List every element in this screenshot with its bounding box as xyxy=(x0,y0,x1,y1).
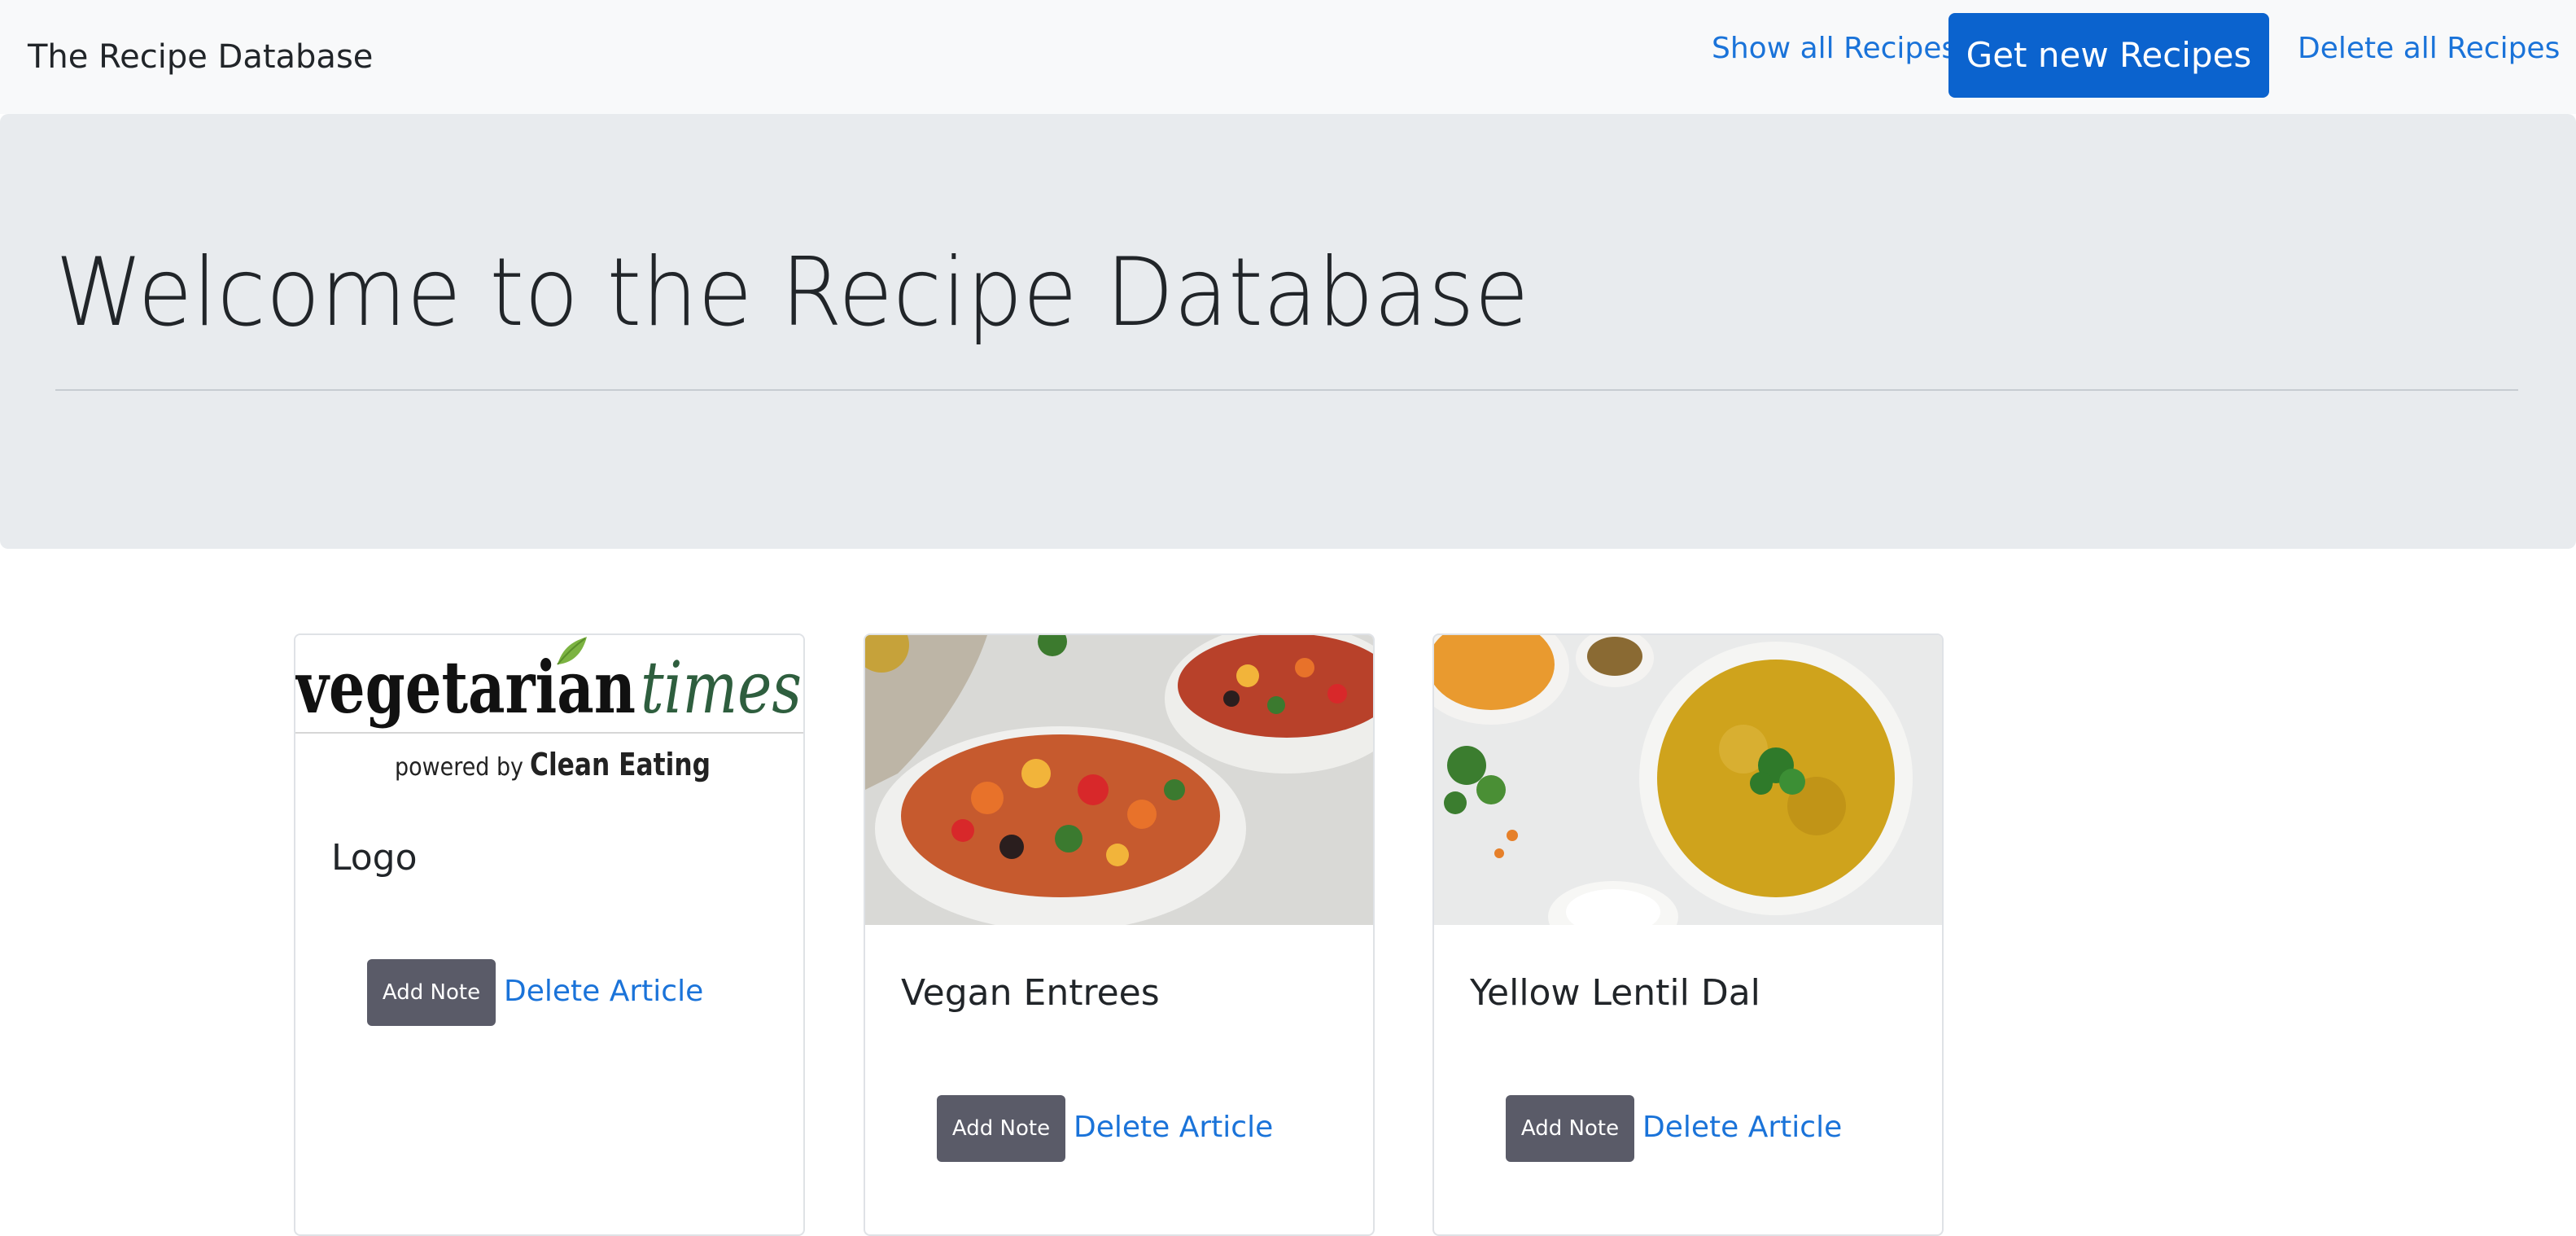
card-title: Logo xyxy=(331,837,418,879)
show-all-recipes-link[interactable]: Show all Recipes xyxy=(1712,26,1957,72)
article-card: Yellow Lentil Dal Add Note Delete Articl… xyxy=(1432,633,1944,1236)
delete-article-link[interactable]: Delete Article xyxy=(504,969,703,1015)
navbar: The Recipe Database Show all Recipes Get… xyxy=(0,0,2576,114)
yellow-lentil-dal-photo xyxy=(1434,635,1942,925)
logo-subtext-brand: Clean Eating xyxy=(530,747,711,782)
delete-article-link[interactable]: Delete Article xyxy=(1642,1105,1842,1151)
vegetarian-times-logo-image: vegetarian times powered by Clean Eating xyxy=(295,635,803,793)
delete-article-link[interactable]: Delete Article xyxy=(1074,1105,1273,1151)
navbar-brand[interactable]: The Recipe Database xyxy=(28,33,373,81)
divider xyxy=(55,389,2518,391)
vegan-entrees-photo xyxy=(865,635,1373,925)
logo-text-main: vegetarian xyxy=(295,645,636,730)
add-note-button[interactable]: Add Note xyxy=(1506,1095,1634,1162)
logo-text-accent: times xyxy=(641,646,802,730)
delete-all-recipes-link[interactable]: Delete all Recipes xyxy=(2298,26,2560,72)
page-title: Welcome to the Recipe Database xyxy=(55,238,1529,348)
logo-subtext-prefix: powered by xyxy=(395,753,523,782)
add-note-button[interactable]: Add Note xyxy=(937,1095,1065,1162)
article-card: vegetarian times powered by Clean Eating… xyxy=(294,633,805,1236)
jumbotron: Welcome to the Recipe Database xyxy=(0,114,2576,549)
article-card: Vegan Entrees Add Note Delete Article xyxy=(864,633,1375,1236)
card-title: Vegan Entrees xyxy=(901,972,1160,1014)
add-note-button[interactable]: Add Note xyxy=(367,959,496,1026)
card-title: Yellow Lentil Dal xyxy=(1470,972,1760,1014)
get-new-recipes-button[interactable]: Get new Recipes xyxy=(1948,13,2269,98)
